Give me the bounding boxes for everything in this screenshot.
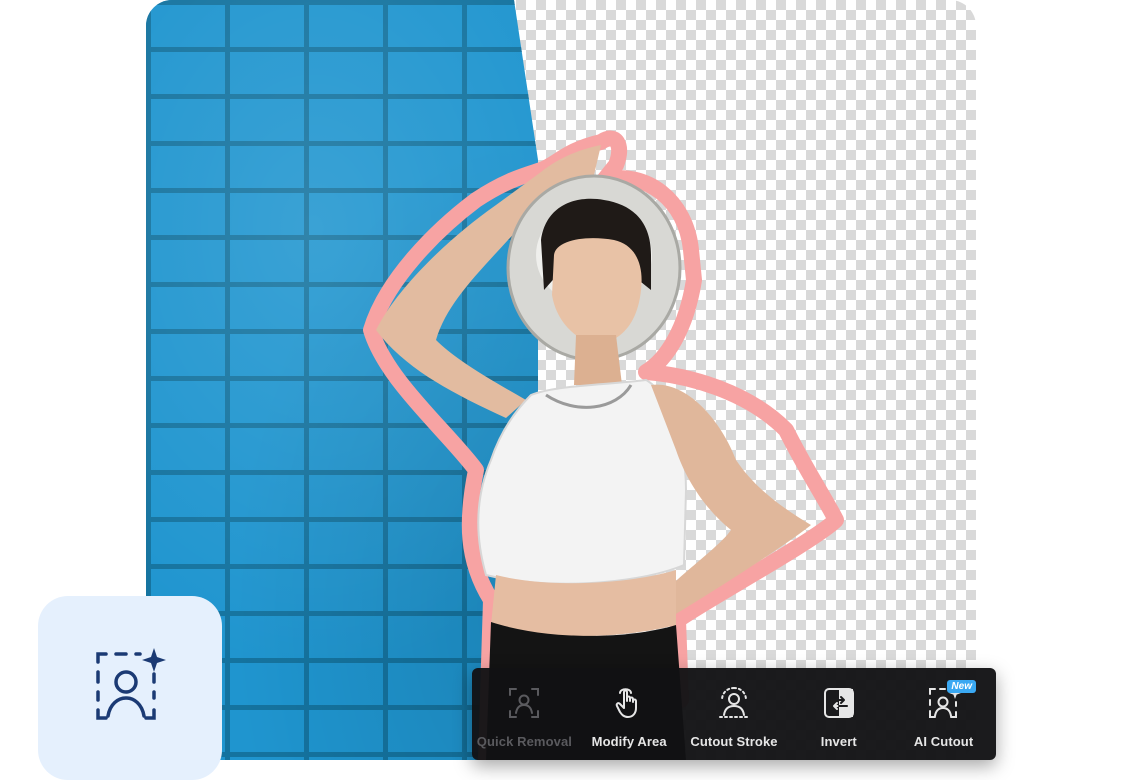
tool-label: Quick Removal bbox=[476, 734, 573, 749]
tool-modify-area[interactable]: Modify Area bbox=[577, 668, 682, 760]
portrait-select-icon bbox=[509, 688, 540, 718]
image-canvas[interactable] bbox=[146, 0, 976, 760]
invert-icon bbox=[823, 688, 854, 718]
stage: Quick Removal Modify Area Cutout Stroke … bbox=[0, 0, 1144, 780]
tool-label: Cutout Stroke bbox=[690, 734, 778, 749]
pointer-hand-icon bbox=[615, 688, 638, 718]
person-stroke-icon bbox=[718, 687, 749, 718]
ai-cutout-feature-badge bbox=[38, 596, 222, 780]
cutout-toolbar: Quick Removal Modify Area Cutout Stroke … bbox=[472, 668, 996, 760]
tool-cutout-stroke[interactable]: Cutout Stroke bbox=[682, 668, 787, 760]
ai-portrait-select-icon bbox=[96, 648, 166, 720]
tool-quick-removal[interactable]: Quick Removal bbox=[472, 668, 577, 760]
tool-ai-cutout[interactable]: New AI Cutout bbox=[891, 668, 996, 760]
tool-label: AI Cutout bbox=[913, 734, 974, 749]
tool-label: Modify Area bbox=[591, 734, 667, 749]
tool-invert[interactable]: Invert bbox=[786, 668, 891, 760]
cutout-subject bbox=[363, 130, 844, 760]
tool-label: Invert bbox=[820, 734, 857, 749]
new-badge: New bbox=[947, 680, 976, 693]
